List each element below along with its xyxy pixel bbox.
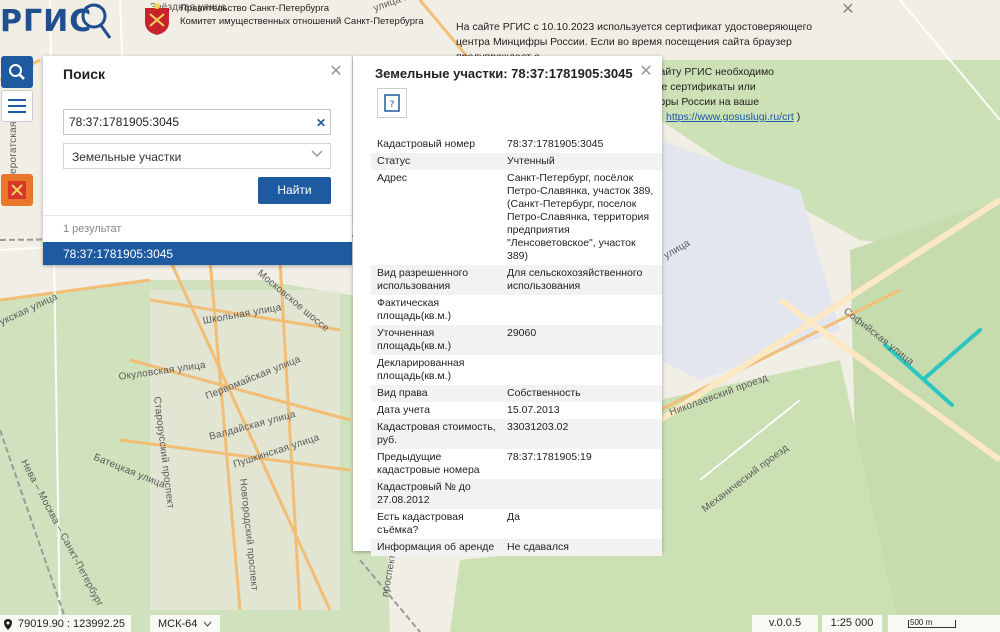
attributes-table: Кадастровый номер 78:37:1781905:3045 Стату…: [371, 136, 662, 556]
info-panel-close-icon[interactable]: ✕: [638, 64, 654, 80]
attribute-key: Кадастровый № до 27.08.2012: [371, 479, 501, 509]
attribute-row: Вид права Собственность: [371, 385, 662, 402]
attribute-value: Не сдавался: [501, 539, 662, 556]
attribute-key: Кадастровый номер: [377, 138, 476, 150]
gov-line-1: Правительство Санкт-Петербурга: [180, 3, 329, 14]
gov-title: Правительство Санкт-Петербурга Комитет и…: [180, 2, 424, 28]
coordinates-value: 79019.90 : 123992.25: [18, 618, 126, 630]
scale-bar-label: 500 m: [910, 618, 933, 627]
attribute-row: Кадастровый № до 27.08.2012: [371, 479, 662, 509]
attribute-row: Статус Учтенный: [371, 153, 662, 170]
rgis-logo[interactable]: РГИС: [0, 0, 92, 42]
search-tool-button[interactable]: [1, 56, 33, 88]
notice-paren: ): [796, 111, 801, 123]
version-label: v.0.0.5: [752, 615, 818, 632]
parcel-map-button[interactable]: ?: [377, 88, 407, 118]
attribute-key: Кадастровая стоимость, руб.: [371, 419, 501, 449]
attribute-key: Фактическая площадь(кв.м.): [377, 297, 452, 322]
notice-close-icon[interactable]: ✕: [840, 2, 856, 18]
attribute-row: Кадастровый номер 78:37:1781905:3045: [371, 136, 662, 153]
attribute-row: Дата учета 15.07.2013: [371, 402, 662, 419]
attribute-key: Дата учета: [377, 404, 430, 416]
attribute-row: Адрес Санкт-Петербург, посёлок Петро-Слав…: [371, 170, 662, 265]
attribute-row: Декларированная площадь(кв.м.): [371, 355, 662, 385]
svg-text:?: ?: [390, 100, 395, 110]
attribute-key: Вид права: [371, 385, 501, 402]
scale-ratio: 1:25 000: [822, 615, 882, 632]
parcel-info-panel: Земельные участки: 78:37:1781905:3045 ✕ …: [353, 56, 662, 556]
hamburger-icon: [8, 99, 26, 113]
attribute-value: [501, 295, 662, 325]
crs-selector[interactable]: МСК-64: [150, 615, 221, 632]
attribute-key: Есть кадастровая съёмка?: [377, 511, 464, 536]
scale-bar: 500 m: [888, 615, 1000, 632]
attribute-row: Есть кадастровая съёмка? Да: [371, 509, 662, 539]
attribute-row: Кадастровая стоимость, руб. 33031203.02: [371, 419, 662, 449]
attribute-value: 78:37:1781905:3045: [507, 138, 604, 150]
gov-line-2: Комитет имущественных отношений Санкт-Пе…: [180, 16, 424, 27]
coordinates-readout: 79019.90 : 123992.25: [0, 615, 132, 632]
menu-button[interactable]: [1, 90, 33, 122]
spb-layer-button[interactable]: [1, 174, 33, 206]
attribute-row: Фактическая площадь(кв.м.): [371, 295, 662, 325]
attribute-value: Санкт-Петербург, посёлок Петро-Славянка,…: [507, 172, 654, 262]
attribute-value: 33031203.02: [501, 419, 662, 449]
find-button[interactable]: Найти: [258, 177, 331, 204]
attribute-key: Информация об аренде: [371, 539, 501, 556]
attribute-value: [501, 479, 662, 509]
parcel-document-icon: ?: [384, 94, 400, 112]
attribute-row: Уточненная площадь(кв.м.) 29060: [371, 325, 662, 355]
attribute-value: Для сельскохозяйственного использования: [501, 265, 662, 295]
layer-select[interactable]: Земельные участки: [63, 143, 331, 169]
result-count: 1 результат: [63, 223, 122, 235]
logo-text: РГИС: [0, 3, 93, 39]
search-panel-title: Поиск: [63, 66, 106, 82]
attribute-key: Предыдущие кадастровые номера: [377, 451, 480, 476]
search-icon: [9, 64, 25, 80]
attribute-row: Информация об аренде Не сдавался: [371, 539, 662, 556]
search-result-item[interactable]: 78:37:1781905:3045: [43, 242, 352, 265]
chevron-down-icon: [311, 150, 323, 158]
location-pin-icon: [4, 618, 12, 630]
anchors-icon: [8, 181, 26, 199]
attribute-row: Предыдущие кадастровые номера 78:37:17819…: [371, 449, 662, 479]
attribute-value: Учтенный: [501, 153, 662, 170]
info-panel-title: Земельные участки: 78:37:1781905:3045: [375, 66, 633, 81]
gosuslugi-link[interactable]: https://www.gosuslugi.ru/crt: [666, 111, 794, 123]
divider: [43, 215, 352, 216]
clear-input-icon[interactable]: ✕: [316, 116, 326, 130]
attribute-key: Вид разрешенного использования: [371, 265, 501, 295]
attribute-key: Адрес: [377, 172, 408, 184]
attribute-key: Статус: [371, 153, 501, 170]
spb-emblem-icon: [145, 3, 169, 35]
attribute-key: Декларированная площадь(кв.м.): [377, 357, 465, 382]
attribute-row: Вид разрешенного использования Для сельск…: [371, 265, 662, 295]
search-input[interactable]: [63, 109, 331, 135]
search-panel-close-icon[interactable]: ✕: [328, 64, 344, 80]
crs-value: МСК-64: [158, 617, 198, 630]
attribute-key: Уточненная площадь(кв.м.): [371, 325, 501, 355]
map-label-erogatskaya: ерогатская: [8, 121, 19, 175]
chevron-down-icon: [203, 621, 212, 627]
attribute-value: 15.07.2013: [507, 404, 560, 416]
attribute-value: [501, 355, 662, 385]
search-panel: Поиск ✕ ✕ Земельные участки Найти 1 резу…: [43, 56, 352, 265]
attribute-value: 29060: [501, 325, 662, 355]
attribute-value: Собственность: [501, 385, 662, 402]
attribute-value: 78:37:1781905:19: [507, 451, 592, 463]
logo-globe-icon: [81, 3, 112, 39]
attribute-value: Да: [507, 511, 520, 523]
